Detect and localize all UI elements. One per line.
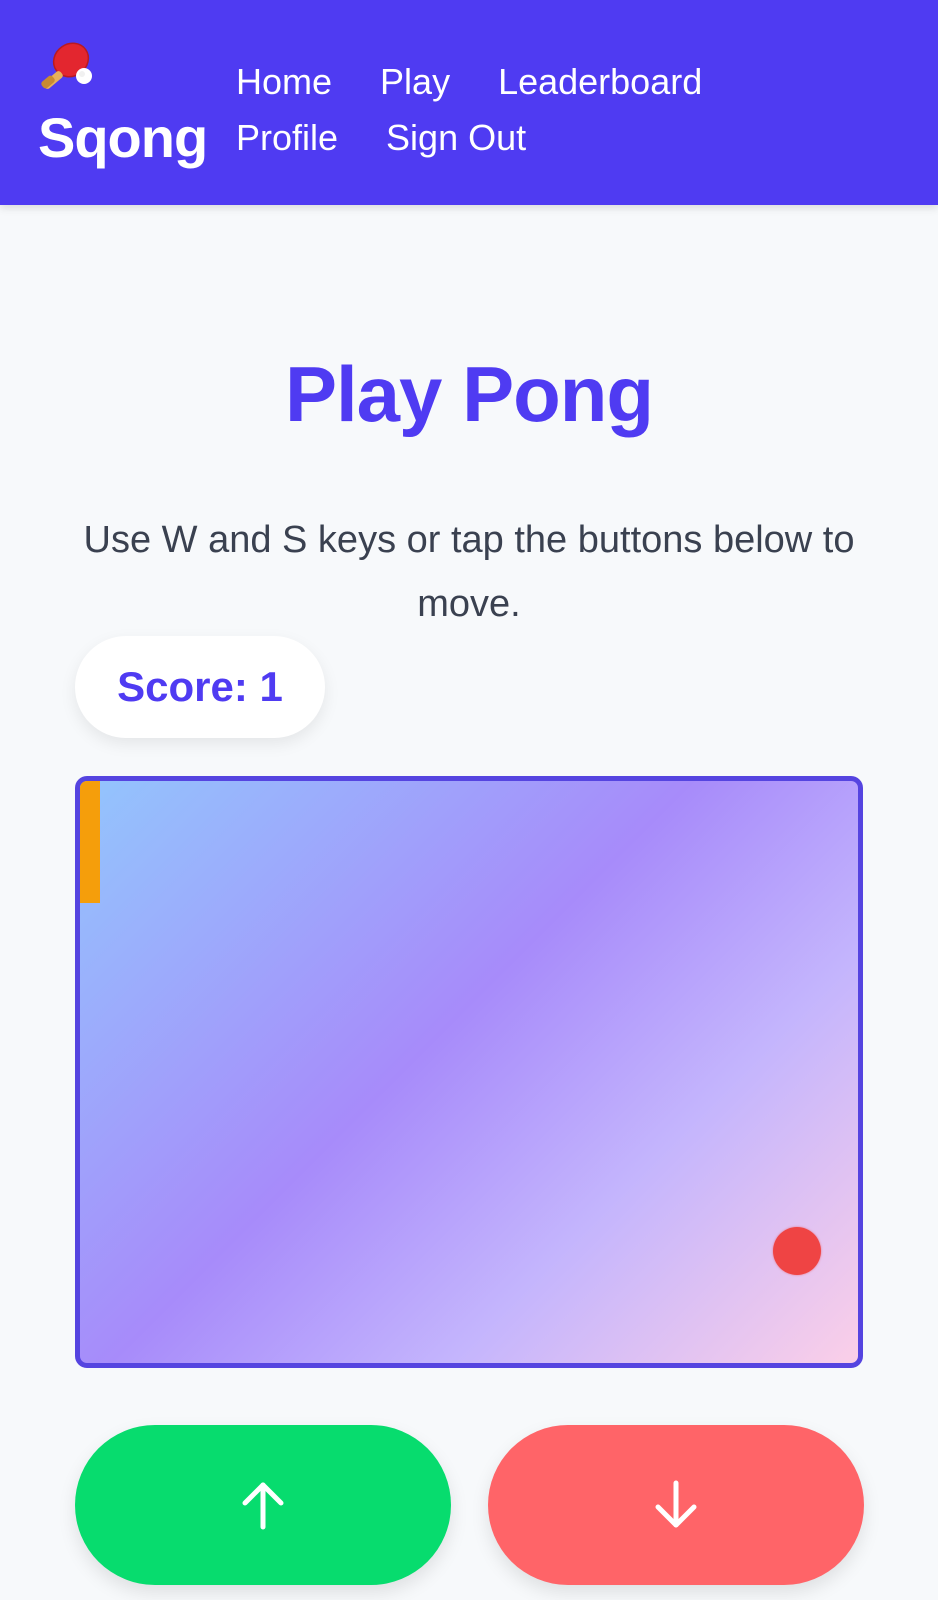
nav-row-primary: Home Play Leaderboard xyxy=(236,54,776,110)
pong-ball xyxy=(773,1227,821,1275)
top-nav-bar: Sqong Home Play Leaderboard Profile Sign… xyxy=(0,0,938,205)
nav-row-secondary: Profile Sign Out xyxy=(236,110,776,166)
score-label: Score: 1 xyxy=(117,663,283,710)
move-up-button[interactable] xyxy=(75,1425,451,1585)
player-paddle xyxy=(80,781,100,903)
arrow-down-icon xyxy=(655,1480,697,1528)
score-badge: Score: 1 xyxy=(75,636,325,738)
ping-pong-paddle-icon xyxy=(41,42,92,89)
nav-link-leaderboard[interactable]: Leaderboard xyxy=(498,64,702,100)
brand-logo[interactable]: Sqong xyxy=(38,36,218,176)
move-down-button[interactable] xyxy=(488,1425,864,1585)
game-board[interactable] xyxy=(75,776,863,1368)
arrow-up-icon xyxy=(242,1482,284,1530)
brand-name: Sqong xyxy=(38,106,208,169)
nav-link-play[interactable]: Play xyxy=(380,64,450,100)
nav-link-sign-out[interactable]: Sign Out xyxy=(386,120,526,156)
main-nav: Home Play Leaderboard Profile Sign Out xyxy=(236,54,776,166)
page-title: Play Pong xyxy=(284,350,654,439)
nav-link-home[interactable]: Home xyxy=(236,64,332,100)
nav-link-profile[interactable]: Profile xyxy=(236,120,338,156)
instructions-text: Use W and S keys or tap the buttons belo… xyxy=(83,519,855,625)
